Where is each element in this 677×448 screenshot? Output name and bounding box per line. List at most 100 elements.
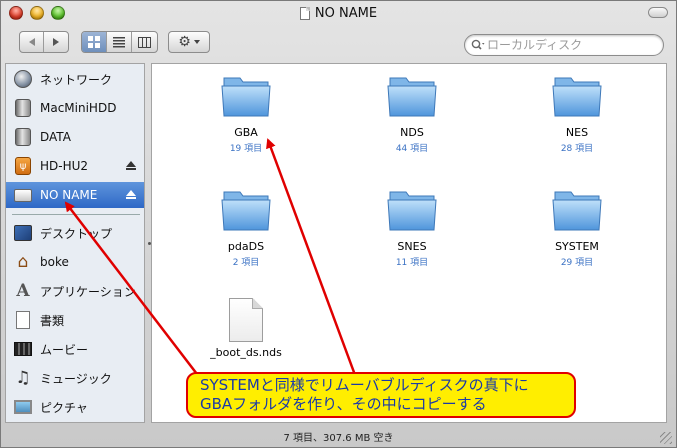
file-name: NDS — [400, 126, 424, 139]
item-count: 44 項目 — [395, 144, 429, 154]
gear-icon: ⚙ — [178, 34, 191, 50]
sidebar-item-music[interactable]: ♫ ミュージック — [6, 365, 144, 391]
sidebar-item-label: ネットワーク — [40, 72, 113, 87]
resize-grip-icon[interactable] — [660, 432, 672, 444]
action-menu-button[interactable]: ⚙ — [168, 31, 210, 53]
sidebar-item-home[interactable]: ⌂ boke — [6, 249, 144, 275]
item-count: 29 項目 — [560, 258, 594, 268]
home-icon: ⌂ — [17, 251, 29, 272]
sidebar-item-label: デスクトップ — [40, 226, 113, 241]
hard-disk-icon — [15, 128, 31, 146]
sidebar-item-movies[interactable]: ムービー — [6, 336, 144, 362]
folder-icon — [552, 77, 602, 117]
search-input[interactable] — [487, 38, 647, 52]
sidebar-item-desktop[interactable]: デスクトップ — [6, 220, 144, 246]
folder-nes[interactable]: NES 28 項目 — [527, 70, 627, 154]
file-name: SNES — [397, 240, 427, 253]
icon-view-icon — [88, 36, 100, 48]
column-view-icon — [138, 36, 151, 48]
folder-icon — [387, 77, 437, 117]
callout-line-2: GBAフォルダを作り、その中にコピーする — [200, 395, 487, 413]
sidebar: ネットワーク MacMiniHDD DATA ψ HD-HU2 NO NAME … — [5, 63, 145, 423]
sidebar-item-label: NO NAME — [40, 188, 98, 202]
title-bar[interactable]: NO NAME — [1, 1, 676, 25]
sidebar-item-label: ピクチャ — [40, 400, 88, 415]
window-title: NO NAME — [314, 5, 378, 21]
file-name: _boot_ds.nds — [210, 346, 282, 359]
pictures-icon — [14, 400, 32, 414]
list-view-button[interactable] — [107, 32, 132, 52]
toolbar-toggle-button[interactable] — [648, 7, 668, 18]
folder-system[interactable]: SYSTEM 29 項目 — [527, 184, 627, 268]
movies-icon — [14, 342, 32, 356]
sidebar-divider — [12, 214, 140, 215]
item-count: 2 項目 — [232, 258, 260, 268]
sidebar-item-label: MacMiniHDD — [40, 101, 117, 115]
file-name: GBA — [234, 126, 258, 139]
sidebar-item-label: アプリケーション — [40, 284, 136, 299]
chevron-down-icon — [193, 40, 200, 44]
sidebar-item-documents[interactable]: 書類 — [6, 307, 144, 333]
sidebar-item-label: 書類 — [40, 313, 65, 328]
file-boot-ds-nds[interactable]: _boot_ds.nds — [196, 294, 296, 359]
folder-pdads[interactable]: pdaDS 2 項目 — [196, 184, 296, 268]
zoom-button[interactable] — [51, 6, 65, 20]
sidebar-item-label: boke — [40, 255, 69, 269]
sidebar-item-label: HD-HU2 — [40, 159, 89, 173]
music-icon: ♫ — [15, 367, 31, 388]
window-title-group: NO NAME — [299, 5, 378, 21]
folder-snes[interactable]: SNES 11 項目 — [362, 184, 462, 268]
sidebar-item-macminihdd[interactable]: MacMiniHDD — [6, 95, 144, 121]
sidebar-item-label: ミュージック — [40, 371, 112, 386]
minimize-button[interactable] — [30, 6, 44, 20]
sidebar-item-data[interactable]: DATA — [6, 124, 144, 150]
close-button[interactable] — [9, 6, 23, 20]
icon-view-button[interactable] — [82, 32, 107, 52]
callout-line-1: SYSTEMと同様でリムーバブルディスクの真下に — [200, 376, 529, 394]
sidebar-item-no-name[interactable]: NO NAME — [6, 182, 144, 208]
sidebar-item-pictures[interactable]: ピクチャ — [6, 394, 144, 420]
desktop-icon — [14, 225, 32, 241]
file-name: SYSTEM — [555, 240, 599, 253]
file-name: pdaDS — [227, 240, 265, 253]
globe-icon — [14, 70, 32, 88]
status-bar: 7 項目、307.6 MB 空き — [1, 425, 676, 447]
back-button[interactable] — [20, 32, 44, 52]
item-count: 11 項目 — [395, 258, 429, 268]
sidebar-item-hd-hu2[interactable]: ψ HD-HU2 — [6, 153, 144, 179]
sidebar-item-label: ムービー — [40, 342, 89, 357]
column-view-button[interactable] — [132, 32, 157, 52]
documents-icon — [16, 311, 30, 329]
annotation-callout: SYSTEMと同様でリムーバブルディスクの真下に GBAフォルダを作り、その中に… — [186, 372, 576, 418]
folder-icon — [387, 191, 437, 231]
document-icon — [229, 298, 263, 342]
forward-arrow-icon — [53, 38, 59, 46]
removable-disk-icon — [14, 188, 32, 202]
file-name: NES — [565, 126, 589, 139]
applications-icon: A — [16, 280, 30, 301]
usb-disk-icon: ψ — [15, 157, 31, 175]
sidebar-item-applications[interactable]: A アプリケーション — [6, 278, 144, 304]
forward-button[interactable] — [44, 32, 68, 52]
folder-icon — [552, 191, 602, 231]
folder-icon — [221, 77, 271, 117]
search-field — [464, 34, 664, 56]
folder-icon — [221, 191, 271, 231]
back-forward-control — [19, 31, 69, 53]
item-count: 28 項目 — [560, 144, 594, 154]
status-text: 7 項目、307.6 MB 空き — [283, 432, 394, 444]
item-count: 19 項目 — [229, 144, 263, 154]
sidebar-item-network[interactable]: ネットワーク — [6, 66, 144, 92]
toolbar: ⚙ — [1, 25, 676, 61]
volume-proxy-icon[interactable] — [299, 6, 310, 20]
back-arrow-icon — [28, 38, 35, 46]
sidebar-item-label: DATA — [40, 130, 71, 144]
view-mode-control — [81, 31, 158, 53]
hard-disk-icon — [15, 99, 31, 117]
file-icon-view: GBA 19 項目 NDS 44 項目 NES 28 項目 pdaDS 2 項目… — [151, 63, 667, 423]
eject-icon[interactable] — [126, 161, 136, 171]
search-icon — [471, 39, 485, 50]
folder-nds[interactable]: NDS 44 項目 — [362, 70, 462, 154]
folder-gba[interactable]: GBA 19 項目 — [196, 70, 296, 154]
eject-icon[interactable] — [126, 190, 136, 200]
